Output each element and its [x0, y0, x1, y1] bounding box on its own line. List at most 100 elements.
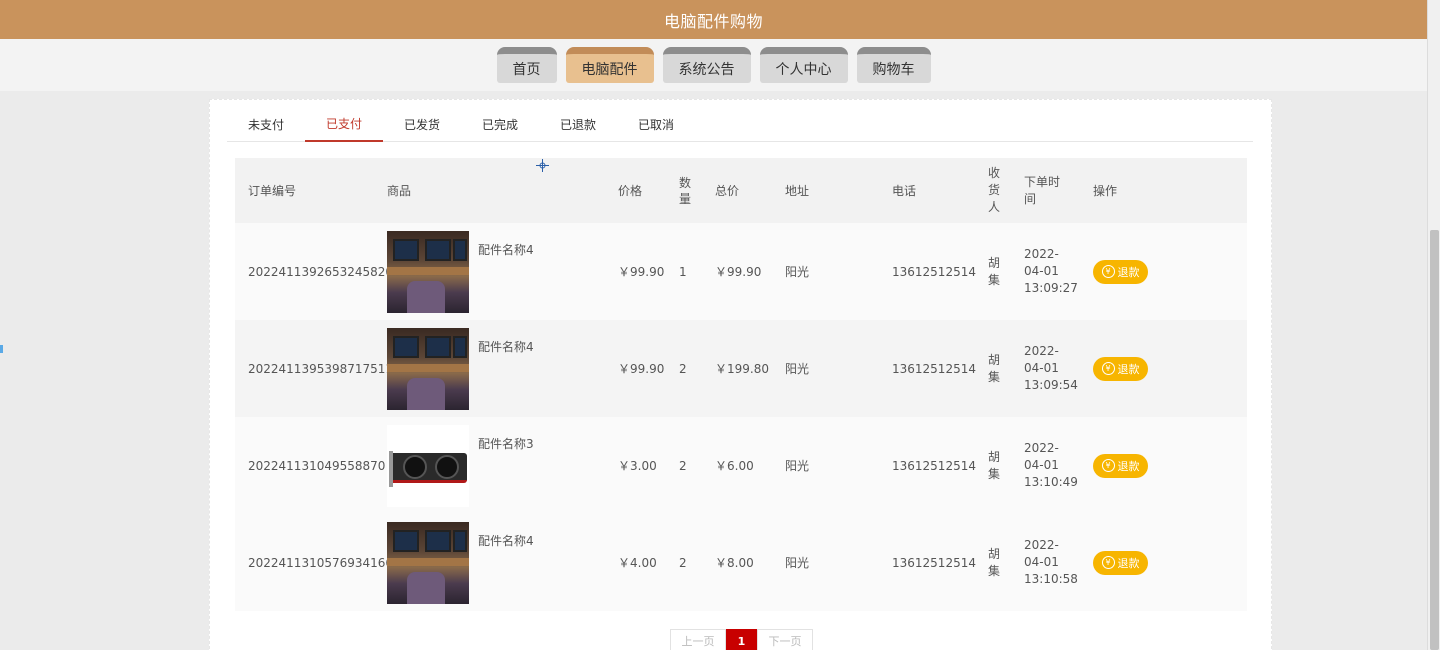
order-time-line1: 2022- — [1024, 344, 1059, 358]
refund-label: 退款 — [1117, 459, 1140, 473]
receiver-line2: 集 — [988, 369, 1001, 384]
order-number: 2022411392653245820 — [248, 264, 394, 279]
site-header: 电脑配件购物 — [0, 0, 1427, 39]
col-order-time: 下单时间 — [1024, 174, 1093, 208]
next-page-button[interactable]: 下一页 — [757, 629, 813, 650]
pagination: 上一页 1 下一页 — [670, 629, 813, 650]
order-number: 20224113105769341661 — [248, 555, 401, 570]
receiver: 胡集 — [988, 352, 1024, 386]
nav-tab-computer-parts[interactable]: 电脑配件 — [565, 47, 654, 83]
order-time-line2: 04-01 — [1024, 458, 1059, 472]
col-receiver-line2: 货 — [988, 183, 1001, 197]
goods-name[interactable]: 配件名称4 — [478, 532, 534, 549]
refund-button[interactable]: ¥ 退款 — [1093, 550, 1148, 575]
status-tab-shipped[interactable]: 已发货 — [383, 106, 461, 142]
refund-label: 退款 — [1117, 362, 1140, 376]
actions-cell: ¥ 退款 — [1093, 453, 1237, 478]
order-time: 2022- 04-01 13:10:58 — [1024, 537, 1093, 588]
quantity: 2 — [679, 555, 687, 570]
address: 阳光 — [785, 556, 810, 570]
total-price: ￥99.90 — [715, 265, 762, 279]
refund-label: 退款 — [1117, 265, 1140, 279]
receiver-line1: 胡 — [988, 255, 1001, 270]
goods-cell: 配件名称3 — [387, 424, 618, 507]
col-order-time-line1: 下单时 — [1024, 174, 1061, 189]
table-row: 20224113105769341661 配件名称4 ￥4.00 2 ￥8.00… — [235, 514, 1247, 611]
prev-page-button[interactable]: 上一页 — [670, 629, 726, 650]
nav-tab-cart[interactable]: 购物车 — [856, 47, 931, 83]
order-time-line3: 13:10:49 — [1024, 475, 1078, 489]
col-receiver-line3: 人 — [988, 200, 1001, 214]
orders-table: 订单编号 商品 价格 数量 总价 地址 电话 收货人 下单时间 操作 20224… — [235, 158, 1247, 611]
nav-tab-personal-center[interactable]: 个人中心 — [759, 47, 848, 83]
receiver: 胡集 — [988, 546, 1024, 580]
yen-icon: ¥ — [1101, 265, 1115, 278]
order-time-line2: 04-01 — [1024, 264, 1059, 278]
col-quantity: 数量 — [679, 175, 715, 207]
col-price: 价格 — [618, 184, 643, 198]
actions-cell: ¥ 退款 — [1093, 259, 1237, 284]
col-receiver-line1: 收 — [988, 166, 1001, 180]
receiver-line2: 集 — [988, 272, 1001, 287]
order-time-line2: 04-01 — [1024, 361, 1059, 375]
order-number: 202241131049558870 — [248, 458, 386, 473]
goods-cell: 配件名称4 — [387, 327, 618, 410]
goods-name[interactable]: 配件名称4 — [478, 241, 534, 258]
status-tab-completed[interactable]: 已完成 — [461, 106, 539, 142]
goods-cell: 配件名称4 — [387, 521, 618, 604]
col-address: 地址 — [785, 184, 810, 198]
order-time-line1: 2022- — [1024, 247, 1059, 261]
goods-name[interactable]: 配件名称4 — [478, 338, 534, 355]
order-time: 2022- 04-01 13:09:54 — [1024, 343, 1093, 394]
col-order-number: 订单编号 — [248, 184, 297, 198]
order-time-line3: 13:10:58 — [1024, 572, 1078, 586]
phone: 13612512514 — [892, 555, 976, 570]
table-row: 2022411395398717511 配件名称4 ￥99.90 2 ￥199.… — [235, 320, 1247, 417]
order-number: 2022411395398717511 — [248, 361, 394, 376]
order-time-line3: 13:09:54 — [1024, 378, 1078, 392]
order-time-line1: 2022- — [1024, 538, 1059, 552]
product-image[interactable] — [387, 327, 469, 410]
yen-icon: ¥ — [1101, 362, 1115, 375]
actions-cell: ¥ 退款 — [1093, 356, 1237, 381]
goods-name[interactable]: 配件名称3 — [478, 435, 534, 452]
price: ￥4.00 — [618, 556, 657, 570]
table-header: 订单编号 商品 价格 数量 总价 地址 电话 收货人 下单时间 操作 — [235, 158, 1247, 223]
order-time-line3: 13:09:27 — [1024, 281, 1078, 295]
product-image[interactable] — [387, 521, 469, 604]
price: ￥99.90 — [618, 362, 665, 376]
refund-button[interactable]: ¥ 退款 — [1093, 453, 1148, 478]
address: 阳光 — [785, 362, 810, 376]
col-phone: 电话 — [892, 184, 917, 198]
receiver-line2: 集 — [988, 563, 1001, 578]
scrollbar-thumb[interactable] — [1430, 230, 1439, 650]
vertical-scrollbar[interactable] — [1427, 0, 1440, 650]
refund-label: 退款 — [1117, 556, 1140, 570]
nav-tab-announcements[interactable]: 系统公告 — [662, 47, 751, 83]
total-price: ￥6.00 — [715, 459, 754, 473]
status-tab-unpaid[interactable]: 未支付 — [227, 106, 305, 142]
col-goods: 商品 — [387, 184, 412, 198]
refund-button[interactable]: ¥ 退款 — [1093, 356, 1148, 381]
order-status-tabs: 未支付 已支付 已发货 已完成 已退款 已取消 — [227, 106, 1253, 142]
receiver: 胡集 — [988, 255, 1024, 289]
left-resize-handle[interactable] — [0, 345, 3, 353]
col-total: 总价 — [715, 184, 740, 198]
phone: 13612512514 — [892, 264, 976, 279]
product-image[interactable] — [387, 230, 469, 313]
orders-panel: 未支付 已支付 已发货 已完成 已退款 已取消 订单编号 商品 价格 数量 总价… — [209, 99, 1272, 650]
total-price: ￥8.00 — [715, 556, 754, 570]
page-number-button[interactable]: 1 — [726, 629, 757, 650]
main-nav: 首页 电脑配件 系统公告 个人中心 购物车 — [0, 39, 1427, 91]
status-tab-refunded[interactable]: 已退款 — [539, 106, 617, 142]
price: ￥99.90 — [618, 265, 665, 279]
site-title: 电脑配件购物 — [663, 11, 763, 31]
refund-button[interactable]: ¥ 退款 — [1093, 259, 1148, 284]
nav-tab-home[interactable]: 首页 — [496, 47, 557, 83]
status-tab-paid[interactable]: 已支付 — [305, 106, 383, 142]
receiver-line1: 胡 — [988, 546, 1001, 561]
col-quantity-line2: 量 — [679, 191, 692, 206]
status-tab-cancelled[interactable]: 已取消 — [617, 106, 695, 142]
product-image[interactable] — [387, 424, 469, 507]
address: 阳光 — [785, 265, 810, 279]
